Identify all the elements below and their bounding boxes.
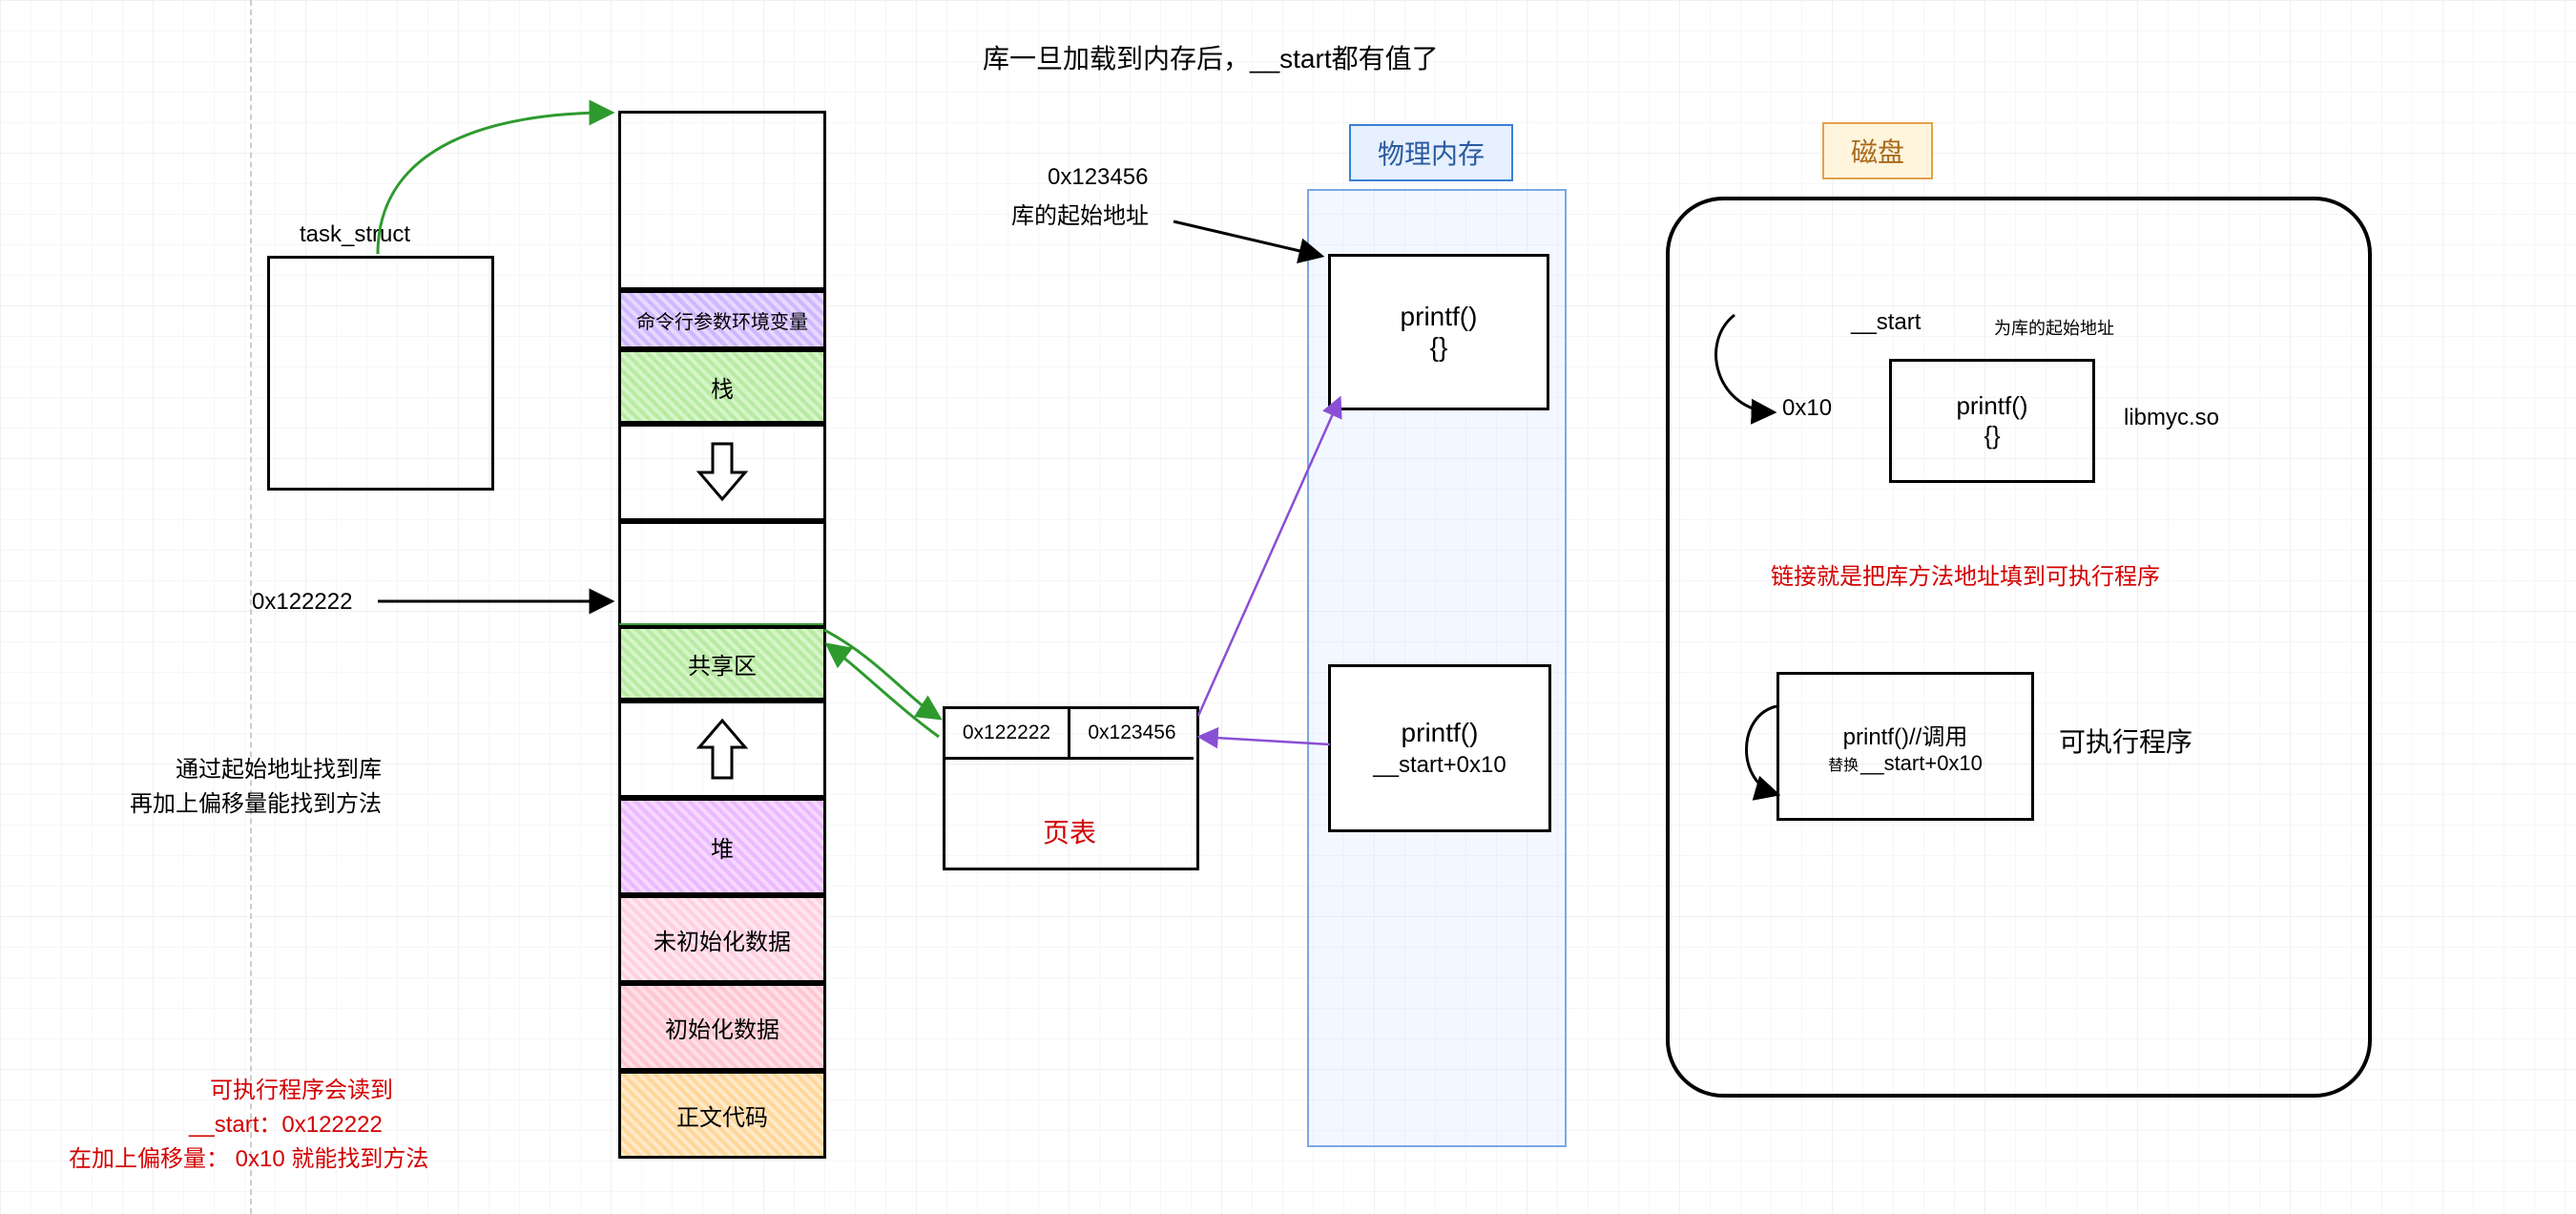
note-line1: 通过起始地址找到库 — [176, 750, 382, 784]
mem-cmdline: 命令行参数环境变量 — [618, 290, 826, 349]
mem-text: 正文代码 — [618, 1071, 826, 1159]
pagetable-right: 0x123456 — [1070, 709, 1194, 760]
disk-offset-label: 0x10 — [1782, 395, 1832, 422]
mem-stack-arrow-down — [618, 424, 826, 521]
phys-mem-printf-box: printf() {} — [1328, 254, 1549, 410]
disk-printf-line2: {} — [1892, 421, 2092, 450]
disk-start-note: 为库的起始地址 — [1994, 315, 2114, 340]
mem-heap-arrow-up — [618, 701, 826, 798]
phys-mem-printf2-line2: __start+0x10 — [1331, 752, 1548, 779]
red-note-1: 可执行程序会读到 — [210, 1071, 393, 1104]
shared-addr-label: 0x122222 — [252, 589, 352, 616]
disk-exec-line1: printf()//调用 — [1843, 718, 1968, 751]
pagetable-label: 页表 — [945, 812, 1194, 850]
red-note-2: __start：0x122222 — [189, 1105, 383, 1139]
disk-exec-label: 可执行程序 — [2059, 722, 2192, 760]
disk-start-label: __start — [1851, 309, 1921, 336]
disk-printf-line1: printf() — [1892, 391, 2092, 421]
lib-addr-hex: 0x123456 — [1048, 164, 1148, 191]
disk-libname: libmyc.so — [2124, 405, 2219, 431]
mem-gap-top — [618, 521, 826, 626]
phys-mem-printf2-box: printf() __start+0x10 — [1328, 664, 1551, 832]
disk-exec-line2b: __start+0x10 — [1860, 751, 1983, 776]
lib-addr-note: 库的起始地址 — [1011, 197, 1149, 230]
disk-title: 磁盘 — [1822, 122, 1933, 179]
disk-exec-box: printf()//调用 替换 __start+0x10 — [1776, 672, 2034, 821]
task-struct-box — [267, 256, 494, 491]
disk-printf-box: printf() {} — [1889, 359, 2095, 483]
pagetable-left: 0x122222 — [945, 709, 1070, 760]
mem-empty — [618, 111, 826, 290]
disk-exec-line2a: 替换 — [1828, 752, 1859, 775]
phys-mem-printf2-line1: printf() — [1331, 718, 1548, 748]
mem-shared: 共享区 — [618, 626, 826, 701]
phys-mem-printf-line2: {} — [1331, 332, 1547, 363]
mem-uninit: 未初始化数据 — [618, 895, 826, 983]
phys-mem-title: 物理内存 — [1349, 124, 1513, 181]
title-text: 库一旦加载到内存后，__start都有值了 — [983, 38, 1439, 76]
mem-init: 初始化数据 — [618, 983, 826, 1071]
phys-mem-printf-line1: printf() — [1331, 302, 1547, 332]
mem-heap: 堆 — [618, 798, 826, 895]
red-note-3: 在加上偏移量： 0x10 就能找到方法 — [69, 1140, 428, 1173]
task-struct-label: task_struct — [300, 221, 410, 248]
disk-red-note: 链接就是把库方法地址填到可执行程序 — [1771, 557, 2160, 591]
mem-stack: 栈 — [618, 349, 826, 424]
memory-stack: 命令行参数环境变量 栈 共享区 堆 未初始化数据 初始化数据 正文代码 — [618, 111, 826, 1159]
pagetable-box: 0x122222 0x123456 页表 — [943, 706, 1199, 870]
note-line2: 再加上偏移量能找到方法 — [130, 785, 382, 818]
